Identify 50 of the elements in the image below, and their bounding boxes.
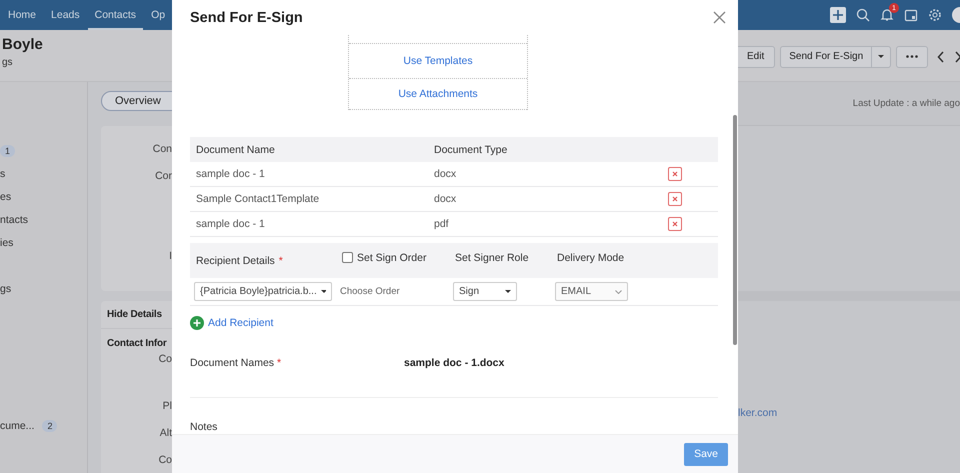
count-badge: 1 xyxy=(0,144,16,156)
add-recipient-button[interactable]: Add Recipient xyxy=(190,316,274,330)
overview-tab[interactable]: Overview xyxy=(101,91,172,111)
column-header: Document Name xyxy=(190,137,428,162)
table-cell: docx xyxy=(428,186,658,212)
table-cell: pdf xyxy=(428,212,658,236)
column-header: Delivery Mode xyxy=(557,252,624,264)
field-label: Co xyxy=(158,352,172,367)
column-header: Document Type xyxy=(428,137,658,162)
field-label: Document Names xyxy=(190,357,274,369)
sidebar-item[interactable]: ntacts xyxy=(0,214,28,226)
table-cell: sample doc - 1 xyxy=(190,162,428,186)
recipient-select[interactable]: {Patricia Boyle}patricia.b... xyxy=(194,282,332,301)
sidebar-item[interactable]: es xyxy=(0,190,12,202)
table-cell: sample doc - 1 xyxy=(190,212,428,236)
field-label: I xyxy=(169,250,172,264)
last-update-text: Last Update : a while ago xyxy=(852,98,960,109)
field-label: Notes xyxy=(190,421,218,433)
section-heading: Contact Infor xyxy=(106,337,167,349)
table-cell: Sample Contact1Template xyxy=(190,186,428,212)
required-mark: * xyxy=(278,254,283,266)
field-label: Co xyxy=(158,453,172,468)
column-header: Set Signer Role xyxy=(455,252,529,264)
sidebar-item[interactable]: gs xyxy=(0,282,12,294)
field-label: Pl xyxy=(162,399,172,414)
count-badge: 2 xyxy=(42,420,58,432)
field-value: sample doc - 1.docx xyxy=(404,357,504,369)
checkbox-label: Set Sign Order xyxy=(357,252,426,264)
source-option[interactable]: Use Templates xyxy=(349,43,527,78)
field-label: Alt xyxy=(160,426,172,441)
esign-button[interactable]: Send For E-Sign xyxy=(780,46,872,68)
source-option[interactable]: Use Attachments xyxy=(349,78,527,110)
sidebar-item[interactable]: cume... xyxy=(0,420,34,432)
edit-button[interactable]: Edit xyxy=(738,46,776,68)
nav-tab[interactable]: Leads xyxy=(44,0,87,30)
role-select[interactable]: Sign xyxy=(453,282,517,301)
nav-tab[interactable]: Home xyxy=(1,0,44,30)
delivery-select[interactable]: EMAIL xyxy=(555,282,628,301)
nav-tab[interactable]: Op xyxy=(144,0,172,30)
sidebar-item[interactable]: ies xyxy=(0,236,14,248)
field-label: Con xyxy=(152,143,172,157)
required-mark: * xyxy=(276,357,282,369)
table-cell: docx xyxy=(428,162,658,186)
order-field[interactable]: Choose Order xyxy=(336,286,449,297)
field-label: Cor xyxy=(155,170,172,184)
column-header: Recipient Details xyxy=(196,254,275,266)
record-subtitle: gs xyxy=(2,57,13,68)
dialog-title: Send For E-Sign xyxy=(190,10,303,26)
record-title: Boyle xyxy=(2,36,43,53)
sidebar-item[interactable]: s xyxy=(0,168,6,180)
